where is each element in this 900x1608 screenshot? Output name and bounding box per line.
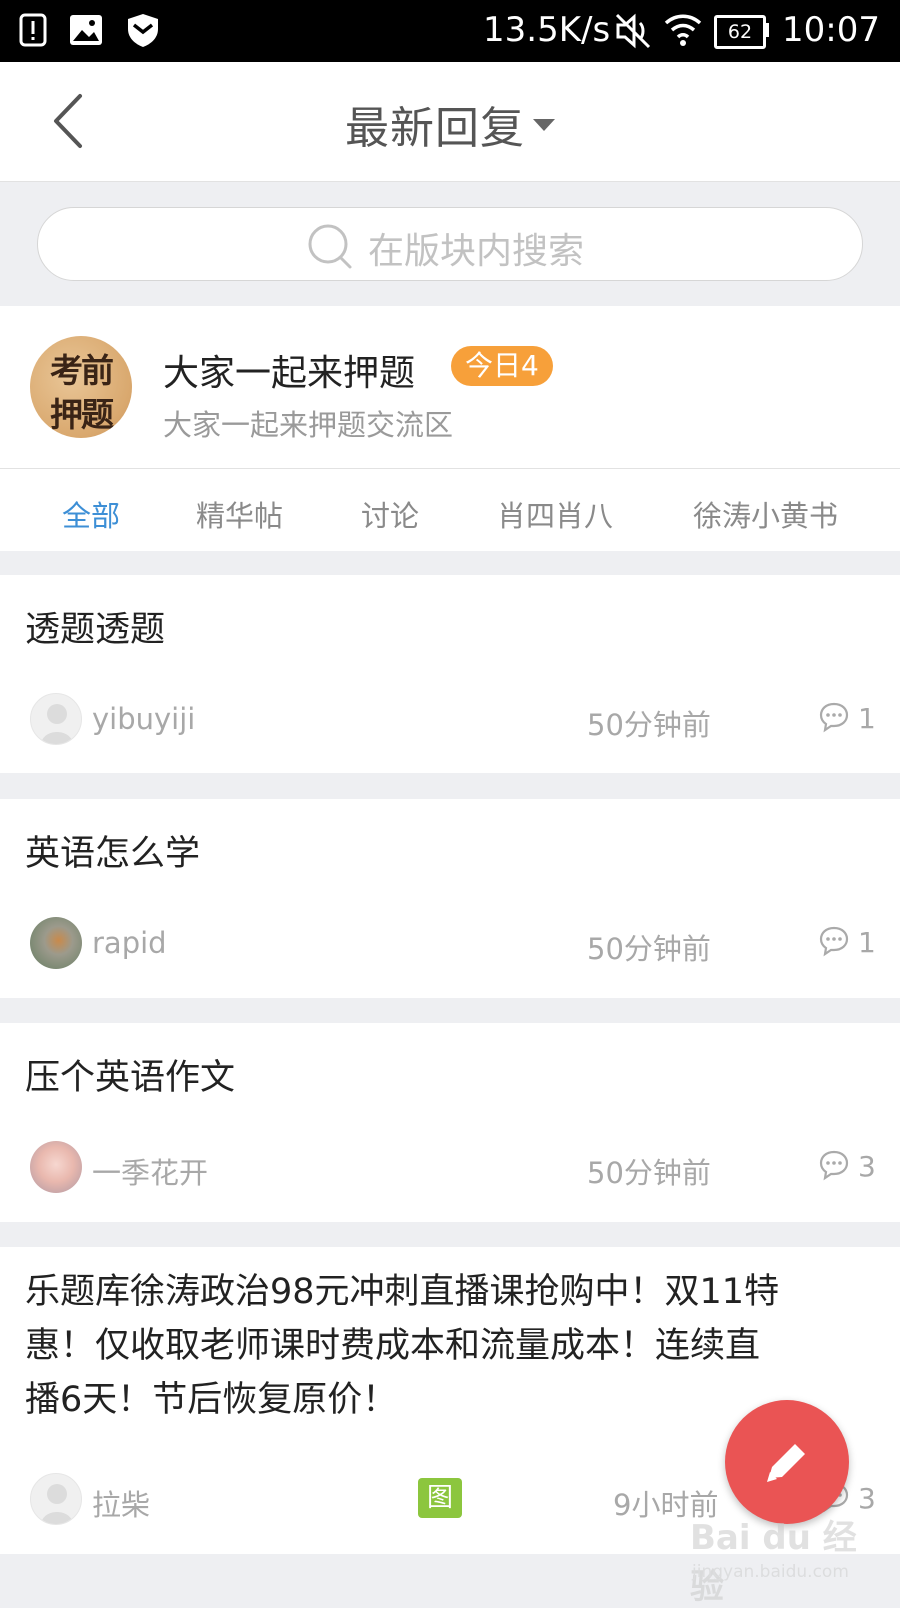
tab-xutao-yellow-book[interactable]: 徐涛小黄书 <box>693 493 838 535</box>
comment-icon <box>819 1150 849 1181</box>
search-input[interactable]: 在版块内搜索 <box>37 207 863 281</box>
image-tag: 图 <box>418 1478 462 1518</box>
comment-icon <box>819 926 849 957</box>
post-author[interactable]: 拉柴 <box>92 1482 150 1524</box>
watermark-url: jingyan.baidu.com <box>692 1562 849 1582</box>
search-section: 在版块内搜索 <box>0 182 900 306</box>
logo-line-2: 押题 <box>50 395 114 434</box>
post-title: 透题透题 <box>25 610 166 650</box>
user-avatar <box>30 1141 82 1193</box>
watermark-text: Bai du 经验 <box>690 1518 857 1607</box>
post-author[interactable]: rapid <box>92 926 167 960</box>
tab-discussion[interactable]: 讨论 <box>361 493 419 535</box>
forum-description: 大家一起来押题交流区 <box>163 408 454 442</box>
logo-line-1: 考前 <box>50 351 114 390</box>
image-icon <box>70 15 102 45</box>
post-title-line-3: 播6天！节后恢复原价！ <box>25 1380 398 1420</box>
pencil-icon <box>767 1444 805 1482</box>
post-title-line-1: 乐题库徐涛政治98元冲刺直播课抢购中！双11特 <box>25 1272 780 1312</box>
battery-level: 62 <box>727 21 753 43</box>
clock: 10:07 <box>782 10 880 50</box>
comment-count: 3 <box>858 1150 876 1183</box>
network-speed: 13.5K/s <box>483 10 611 50</box>
battery-tip <box>765 23 769 37</box>
post-author[interactable]: yibuyiji <box>92 702 195 736</box>
forum-header[interactable]: 考前 押题 大家一起来押题 今日4 大家一起来押题交流区 <box>0 306 900 469</box>
sort-dropdown[interactable]: 最新回复 <box>0 92 900 156</box>
tab-featured[interactable]: 精华帖 <box>196 493 283 535</box>
post-title-line-2: 惠！仅收取老师课时费成本和流量成本！连续直 <box>25 1326 761 1366</box>
post-item[interactable]: 压个英语作文 一季花开 50分钟前 3 <box>0 1023 900 1222</box>
battery-icon: 62 <box>714 15 766 49</box>
post-item[interactable]: 英语怎么学 rapid 50分钟前 1 <box>0 799 900 998</box>
post-item[interactable]: 透题透题 yibuyiji 50分钟前 1 <box>0 575 900 773</box>
post-title: 压个英语作文 <box>25 1058 236 1098</box>
default-avatar-icon <box>30 693 82 745</box>
tab-all[interactable]: 全部 <box>62 493 120 535</box>
post-title: 英语怎么学 <box>25 834 201 874</box>
shield-icon <box>128 14 158 47</box>
user-avatar <box>30 917 82 969</box>
comment-count: 1 <box>858 702 876 735</box>
watermark: Bai du 经验 jingyan.baidu.com <box>690 1510 890 1607</box>
new-post-button[interactable] <box>725 1400 849 1524</box>
nav-bar: 最新回复 <box>0 62 900 182</box>
wifi-icon <box>664 14 702 46</box>
default-avatar-icon <box>30 1473 82 1525</box>
forum-logo: 考前 押题 <box>30 336 132 438</box>
post-time: 50分钟前 <box>587 1156 711 1190</box>
alert-icon <box>19 13 47 47</box>
status-bar: 13.5K/s 62 10:07 <box>0 0 900 62</box>
comment-count: 1 <box>858 926 876 959</box>
post-author[interactable]: 一季花开 <box>92 1150 208 1192</box>
comment-icon <box>819 702 849 733</box>
tab-xiaosi-xiaoba[interactable]: 肖四肖八 <box>497 493 613 535</box>
forum-name: 大家一起来押题 <box>163 353 416 394</box>
mute-icon <box>615 13 651 49</box>
search-icon <box>308 224 352 269</box>
today-badge: 今日4 <box>451 346 553 386</box>
post-time: 50分钟前 <box>587 932 711 966</box>
tab-bar: 全部 精华帖 讨论 肖四肖八 徐涛小黄书 <box>0 469 900 551</box>
post-time: 50分钟前 <box>587 708 711 742</box>
search-placeholder: 在版块内搜索 <box>368 231 585 272</box>
page-title: 最新回复 <box>345 103 525 154</box>
caret-down-icon <box>533 119 555 131</box>
